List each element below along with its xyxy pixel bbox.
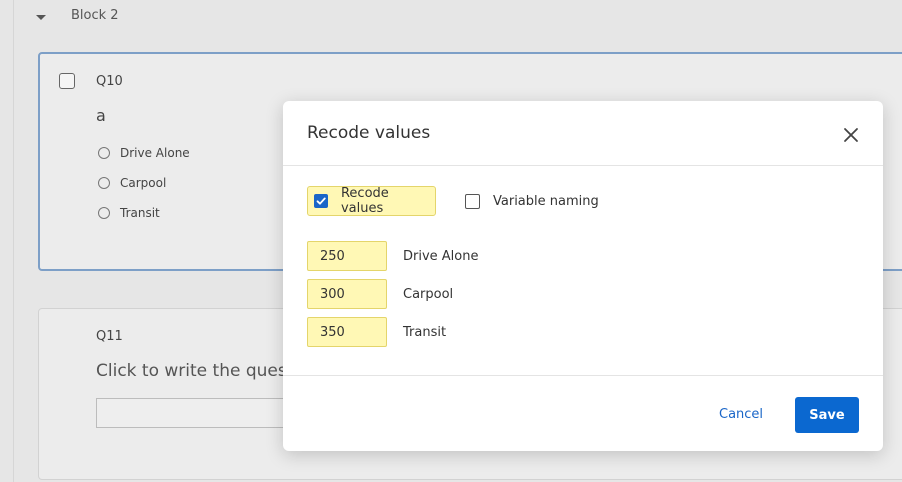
recode-values-dialog: Recode values Recode values Variable nam… [283,101,883,451]
cancel-button[interactable]: Cancel [719,397,763,433]
close-button[interactable] [840,124,862,146]
save-button[interactable]: Save [795,397,859,433]
recode-values-option[interactable]: Recode values [307,186,436,216]
checkmark-icon [316,197,326,205]
recode-choice-label: Drive Alone [403,248,479,264]
recode-row: Transit [307,317,446,347]
recode-row: Drive Alone [307,241,479,271]
recode-value-input[interactable] [307,317,387,347]
recode-value-input[interactable] [307,241,387,271]
recode-values-label: Recode values [340,186,389,216]
variable-naming-option[interactable]: Variable naming [465,186,599,216]
recode-row: Carpool [307,279,453,309]
recode-values-checkbox[interactable] [314,194,328,208]
recode-value-input[interactable] [307,279,387,309]
dialog-title: Recode values [307,123,431,143]
recode-choice-label: Transit [403,324,447,340]
divider [283,165,883,166]
divider [283,375,883,376]
variable-naming-label: Variable naming [493,193,599,209]
close-icon[interactable] [840,124,862,146]
recode-choice-label: Carpool [403,286,454,302]
variable-naming-checkbox[interactable] [465,193,480,209]
